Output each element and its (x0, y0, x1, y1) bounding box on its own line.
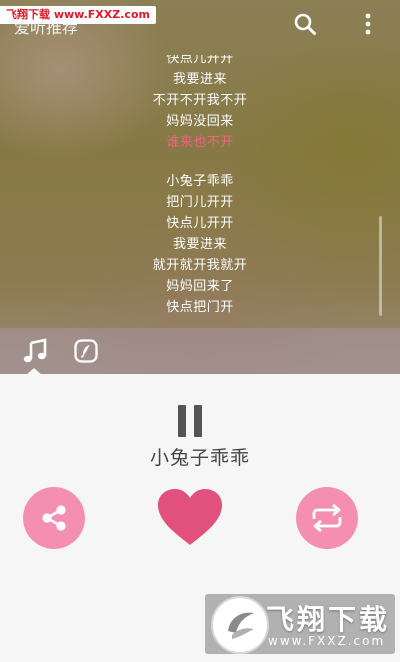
lyric-tab[interactable] (69, 334, 103, 368)
song-title: 小兔子乖乖 (149, 447, 250, 469)
lyric-line: 我要进来 (172, 72, 227, 87)
view-tab-strip (0, 328, 400, 374)
pause-button[interactable] (176, 405, 204, 437)
lyrics-scrollbar[interactable] (379, 216, 382, 316)
active-tab-pointer (26, 368, 42, 375)
music-note-icon (23, 338, 47, 363)
search-icon[interactable] (291, 10, 319, 38)
watermark-logo-url: www.FXXZ.com (268, 634, 386, 648)
lyric-line: 不开不开我不开 (152, 93, 248, 108)
lyric-icon (74, 339, 98, 363)
music-tab[interactable] (18, 334, 52, 368)
lyric-line: 妈妈没回来 (166, 114, 234, 129)
current-lyric-line: 谁来也不开 (166, 135, 234, 150)
lyrics-panel: 爱听推荐 飞翔下载 www.FXXZ.com 快点儿开开 我要进来 不开不开我不… (0, 0, 400, 374)
pause-icon-bar (194, 405, 202, 437)
heart-icon (158, 489, 222, 545)
lyric-line: 我要进来 (172, 237, 227, 252)
watermark-logo-brand: 飞翔下载 (266, 603, 391, 636)
lyric-line: 快点儿开开 (166, 51, 234, 66)
repeat-icon (312, 503, 342, 533)
lyric-line: 小兔子乖乖 (166, 174, 234, 189)
lyric-line: 快点把门开 (166, 300, 234, 315)
share-button[interactable] (23, 487, 85, 549)
lyric-line: 把门儿开开 (166, 195, 234, 210)
watermark-logo-icon (211, 596, 269, 654)
lyric-line: 就开就开我就开 (152, 258, 248, 273)
lyric-line: 妈妈回来了 (166, 279, 234, 294)
more-vertical-icon[interactable] (354, 10, 382, 38)
lyrics-list[interactable]: 快点儿开开 我要进来 不开不开我不开 妈妈没回来 谁来也不开 小兔子乖乖 把门儿… (0, 48, 400, 318)
pause-icon (178, 405, 186, 437)
watermark-banner: 飞翔下载 www.FXXZ.com (0, 6, 156, 24)
like-button[interactable] (155, 487, 225, 549)
music-player-screen: 爱听推荐 飞翔下载 www.FXXZ.com 快点儿开开 我要进来 不开不开我不… (0, 0, 400, 662)
lyric-line: 快点儿开开 (166, 216, 234, 231)
repeat-button[interactable] (296, 487, 358, 549)
lyric-stanza-gap (0, 153, 400, 171)
share-icon (42, 505, 66, 531)
